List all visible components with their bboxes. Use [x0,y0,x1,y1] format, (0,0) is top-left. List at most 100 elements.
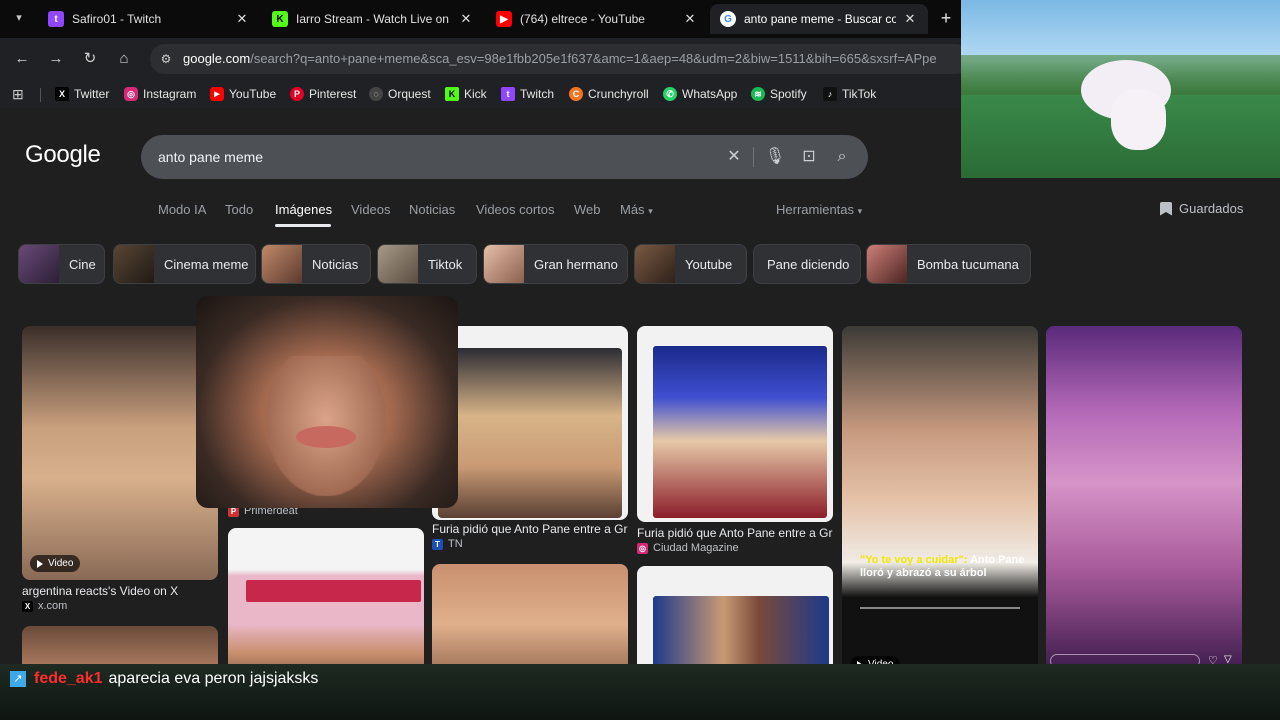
twitch-icon: t [501,87,515,101]
bookmark-youtube[interactable]: ▶ YouTube [210,85,276,103]
bookmark-twitter[interactable]: X Twitter [55,85,109,103]
active-tab-underline [275,224,331,227]
tab-videos-cortos[interactable]: Videos cortos [476,202,555,217]
chat-username: fede_ak1 [34,670,103,687]
result-source[interactable]: ◎ Ciudad Magazine [637,542,739,554]
address-bar[interactable]: ⚙ google.com/search?q=anto+pane+meme&sca… [150,44,970,74]
tab-imagenes[interactable]: Imágenes [275,202,332,217]
result-source[interactable]: Xx.com [22,600,67,612]
microphone-icon[interactable]: 🎙 [764,146,786,168]
tab-modo-ia[interactable]: Modo IA [158,202,206,217]
bookmark-whatsapp[interactable]: ✆ WhatsApp [663,85,737,103]
bookmark-spotify[interactable]: ≋ Spotify [751,85,807,103]
tab-videos[interactable]: Videos [351,202,391,217]
mew-body [1111,90,1166,150]
chat-badge-icon: ↗ [10,671,26,687]
tab-web[interactable]: Web [574,202,601,217]
chip-bomba-tucumana[interactable]: Bomba tucumana [866,244,1031,284]
bookmark-orquest[interactable]: ◌ Orquest [369,85,431,103]
site-info-icon[interactable]: ⚙ [158,51,174,67]
lips [296,426,356,448]
chip-thumbnail [484,245,524,283]
x-icon: X [55,87,69,101]
dropdown-caret-icon: ▾ [648,206,653,216]
kick-icon: K [445,87,459,101]
chip-tiktok[interactable]: Tiktok [377,244,477,284]
chip-thumbnail [867,245,907,283]
chip-cine[interactable]: Cine [18,244,105,284]
streamer-facecam-overlay [196,296,458,508]
image-result-1[interactable]: Video [22,326,218,580]
apps-grid-icon[interactable]: ⊞ [12,85,24,103]
bookmark-instagram[interactable]: ◎ Instagram [124,85,196,103]
youtube-favicon-icon: ▶ [496,11,512,27]
image-result-4[interactable] [637,326,833,522]
tab-google-search[interactable]: G anto pane meme - Buscar con G ✕ [710,4,928,34]
tab-youtube[interactable]: ▶ (764) eltrece - YouTube ✕ [486,4,708,34]
chip-thumbnail [19,245,59,283]
clear-search-icon[interactable]: ✕ [723,146,745,168]
chip-thumbnail [114,245,154,283]
chip-gran-hermano[interactable]: Gran hermano [483,244,628,284]
tools-button[interactable]: Herramientas ▾ [776,202,862,217]
stream-chat-overlay: ↗ fede_ak1 aparecia eva peron jajsjaksks [0,664,1280,720]
pinterest-icon: P [290,87,304,101]
new-tab-plus-icon[interactable]: + [936,8,956,28]
crunchyroll-icon: C [569,87,583,101]
home-icon[interactable]: ⌂ [113,48,135,70]
lens-camera-icon[interactable]: ⊡ [798,146,820,168]
play-icon [37,559,43,568]
dropdown-caret-icon: ▾ [857,206,863,216]
result-caption[interactable]: argentina reacts's Video on X [22,584,218,598]
google-results-page: Google anto pane meme ✕ 🎙 ⊡ ⌕ Modo IA To… [0,108,1280,720]
search-query[interactable]: anto pane meme [158,149,263,165]
tab-mas[interactable]: Más ▾ [620,202,653,217]
bookmark-tiktok[interactable]: ♪ TikTok [823,85,876,103]
search-icon[interactable]: ⌕ [831,146,853,168]
tab-kick[interactable]: K Iarro Stream - Watch Live on Ki ✕ [262,4,484,34]
tab-search-chevron-icon[interactable]: ▾ [10,9,28,27]
saved-button[interactable]: Guardados [1160,201,1243,216]
chip-thumbnail [635,245,675,283]
chip-cinema-meme[interactable]: Cinema meme [113,244,256,284]
chip-noticias[interactable]: Noticias [261,244,371,284]
bookmark-pinterest[interactable]: P Pinterest [290,85,356,103]
close-tab-icon[interactable]: ✕ [682,11,698,27]
result-source[interactable]: T TN [432,538,463,550]
tab-label: Safiro01 - Twitch [72,12,162,26]
image-result-6[interactable]: ♡ ▽ [1046,326,1242,674]
forward-arrow-icon[interactable]: → [45,48,67,70]
browser-toolbar: ← → ↻ ⌂ ⚙ google.com/search?q=anto+pane+… [0,38,970,80]
chip-pane-diciendo[interactable]: Pane diciendo [753,244,861,284]
tab-twitch[interactable]: t Safiro01 - Twitch ✕ [38,4,260,34]
chip-thumbnail [262,245,302,283]
image-result-3[interactable] [432,326,628,520]
close-tab-icon[interactable]: ✕ [902,11,918,27]
bookmark-twitch[interactable]: t Twitch [501,85,554,103]
tab-noticias[interactable]: Noticias [409,202,455,217]
chip-youtube[interactable]: Youtube [634,244,747,284]
tab-label: (764) eltrece - YouTube [520,12,645,26]
chip-thumbnail [378,245,418,283]
back-arrow-icon[interactable]: ← [11,48,33,70]
google-logo[interactable]: Google [25,141,101,169]
tab-todo[interactable]: Todo [225,202,253,217]
bookmark-crunchyroll[interactable]: C Crunchyroll [569,85,649,103]
close-tab-icon[interactable]: ✕ [234,11,250,27]
youtube-icon: ▶ [210,87,224,101]
result-caption[interactable]: Furia pidió que Anto Pane entre a Gra... [432,522,628,536]
bookmark-separator [40,88,41,102]
reload-icon[interactable]: ↻ [79,48,101,70]
search-input[interactable]: anto pane meme ✕ 🎙 ⊡ ⌕ [141,135,868,179]
bookmark-icon [1160,201,1172,216]
kick-favicon-icon: K [272,11,288,27]
result-caption[interactable]: Furia pidió que Anto Pane entre a Gra... [637,526,833,540]
spotify-icon: ≋ [751,87,765,101]
chat-message: ↗ fede_ak1 aparecia eva peron jajsjaksks [10,670,318,688]
bookmark-kick[interactable]: K Kick [445,85,487,103]
anime-webcam-overlay [961,0,1280,178]
image-result-5[interactable]: "Yo te voy a cuidar": Anto Pane lloró y … [842,326,1038,674]
close-tab-icon[interactable]: ✕ [458,11,474,27]
bookmarks-bar: ⊞ X Twitter ◎ Instagram ▶ YouTube P Pinteres… [0,80,960,108]
pink-banner [246,580,421,602]
